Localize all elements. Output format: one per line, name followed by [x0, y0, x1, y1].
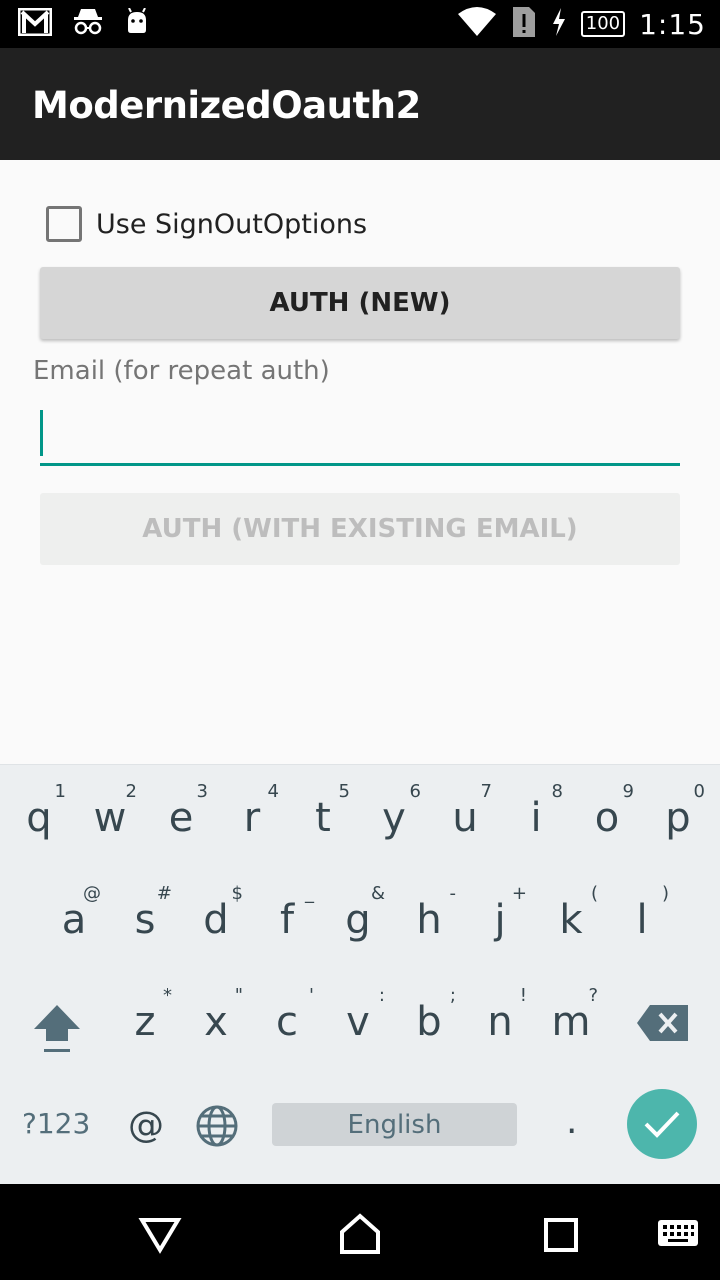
key-t[interactable]: t5	[288, 765, 358, 865]
key-s[interactable]: s #	[110, 867, 180, 967]
key-hint: -	[449, 883, 457, 904]
backspace-icon	[637, 1005, 688, 1041]
sim-alert-icon	[511, 5, 537, 44]
recents-button[interactable]	[536, 1210, 584, 1258]
soft-keyboard: q1w2e3r4t5y6u7i8o9p0 a @ s # d $ f _ g & h - j + k(l) …	[0, 764, 720, 1184]
key-hint: @	[83, 883, 101, 904]
enter-key[interactable]	[627, 1089, 697, 1159]
key-hint: +	[511, 883, 527, 904]
key-hint: !	[519, 985, 527, 1006]
key-g[interactable]: g &	[323, 867, 393, 967]
key-p[interactable]: p0	[643, 765, 713, 865]
backspace-key[interactable]	[636, 1003, 690, 1043]
incognito-icon	[72, 7, 104, 42]
back-icon	[138, 1218, 182, 1254]
key-hint: *	[163, 985, 172, 1006]
key-h[interactable]: h-	[394, 867, 464, 967]
sign-out-options-label[interactable]: Use SignOutOptions	[96, 209, 367, 240]
home-button[interactable]	[336, 1210, 384, 1258]
app-bar: ModernizedOauth2	[0, 48, 720, 160]
shift-key[interactable]	[30, 1001, 84, 1057]
auth-new-button[interactable]: AUTH (NEW)	[40, 267, 680, 339]
key-hint: 6	[409, 781, 421, 802]
key-v[interactable]: v:	[323, 969, 393, 1069]
key-hint: 9	[622, 781, 634, 802]
checkmark-icon	[644, 1111, 680, 1138]
language-key[interactable]	[194, 1103, 240, 1149]
key-hint: )	[661, 883, 669, 904]
key-j[interactable]: j +	[465, 867, 535, 967]
keyboard-switch-button[interactable]	[656, 1210, 702, 1258]
email-label: Email (for repeat auth)	[33, 356, 330, 386]
battery-level: 100	[580, 11, 626, 37]
symbols-key[interactable]: ?123	[22, 1107, 90, 1140]
key-w[interactable]: w2	[75, 765, 145, 865]
key-hint: 3	[196, 781, 208, 802]
key-hint: 0	[693, 781, 705, 802]
key-hint: ;	[449, 985, 456, 1006]
back-button[interactable]	[136, 1210, 184, 1258]
key-hint: #	[156, 883, 172, 904]
text-cursor	[40, 410, 43, 456]
key-i[interactable]: i8	[501, 765, 571, 865]
period-key[interactable]: .	[566, 1101, 577, 1142]
at-key[interactable]: @	[128, 1105, 164, 1146]
key-l[interactable]: l)	[607, 867, 677, 967]
key-hint: :	[378, 985, 385, 1006]
key-x[interactable]: x "	[181, 969, 251, 1069]
app-title: ModernizedOauth2	[32, 84, 421, 127]
clock: 1:15	[639, 7, 706, 41]
key-n[interactable]: n!	[465, 969, 535, 1069]
battery-icon: 100	[580, 11, 626, 37]
keyboard-row-2: a @ s # d $ f _ g & h - j + k(l)	[0, 867, 720, 967]
key-hint: _	[305, 883, 314, 904]
status-bar: 100 1:15	[0, 0, 720, 48]
keyboard-row-1: q1w2e3r4t5y6u7i8o9p0	[0, 765, 720, 865]
key-hint: "	[234, 985, 243, 1006]
key-y[interactable]: y6	[359, 765, 429, 865]
key-hint: '	[309, 985, 314, 1006]
key-r[interactable]: r4	[217, 765, 287, 865]
key-hint: 2	[125, 781, 137, 802]
key-hint: 5	[338, 781, 350, 802]
key-m[interactable]: m?	[536, 969, 606, 1069]
globe-icon	[196, 1105, 238, 1147]
key-o[interactable]: o9	[572, 765, 642, 865]
key-hint: 1	[54, 781, 66, 802]
key-u[interactable]: u7	[430, 765, 500, 865]
key-hint: 7	[480, 781, 492, 802]
key-e[interactable]: e3	[146, 765, 216, 865]
keyboard-row-3: z * x " c ' v: b; n! m?	[0, 969, 720, 1069]
key-hint: &	[370, 883, 385, 904]
main-content: Use SignOutOptions AUTH (NEW) Email (for…	[0, 160, 720, 764]
email-input[interactable]	[40, 406, 680, 466]
key-a[interactable]: a @	[39, 867, 109, 967]
gmail-icon	[17, 7, 53, 41]
auth-existing-email-button[interactable]: AUTH (WITH EXISTING EMAIL)	[40, 493, 680, 565]
key-hint: $	[231, 883, 243, 904]
keyboard-switch-icon	[658, 1220, 698, 1246]
key-k[interactable]: k(	[536, 867, 606, 967]
key-b[interactable]: b;	[394, 969, 464, 1069]
charging-icon	[551, 7, 567, 41]
sign-out-options-checkbox[interactable]	[46, 206, 82, 242]
key-hint: 8	[551, 781, 563, 802]
key-hint: ?	[588, 985, 598, 1006]
key-c[interactable]: c '	[252, 969, 322, 1069]
key-d[interactable]: d $	[181, 867, 251, 967]
key-z[interactable]: z *	[110, 969, 180, 1069]
space-key[interactable]: English	[272, 1103, 517, 1146]
sign-out-options-row[interactable]: Use SignOutOptions	[46, 206, 367, 242]
android-icon	[124, 7, 150, 41]
home-icon	[340, 1213, 380, 1254]
shift-icon	[34, 1005, 80, 1052]
key-hint: (	[590, 883, 598, 904]
recents-icon	[544, 1218, 578, 1252]
key-f[interactable]: f _	[252, 867, 322, 967]
key-hint: 4	[267, 781, 279, 802]
navigation-bar	[0, 1184, 720, 1280]
wifi-icon	[457, 6, 497, 43]
key-q[interactable]: q1	[4, 765, 74, 865]
